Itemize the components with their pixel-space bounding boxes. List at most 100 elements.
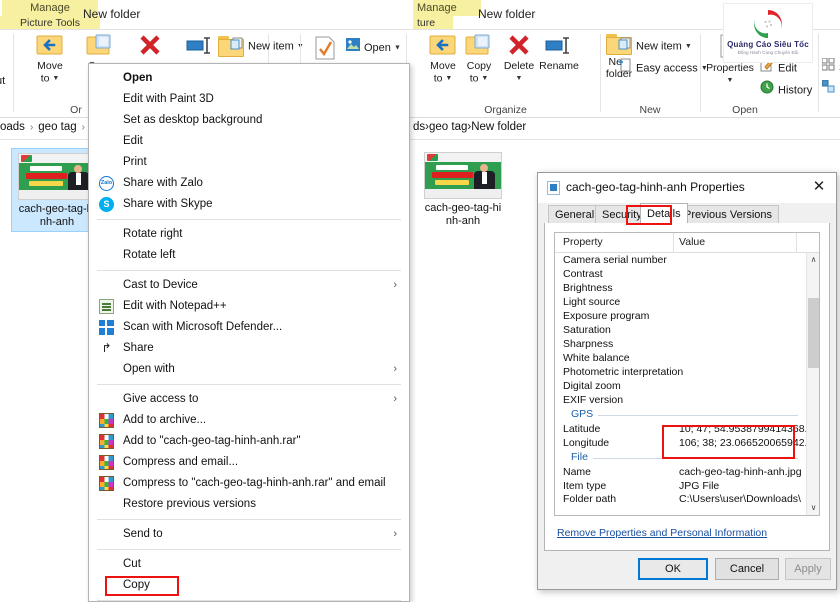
menu-item-scan-with-defender-label: Scan with Microsoft Defender... xyxy=(123,321,283,333)
remove-properties-link[interactable]: Remove Properties and Personal Informati… xyxy=(557,527,767,539)
properties-highlight-box xyxy=(105,576,179,596)
delete-button-left[interactable] xyxy=(124,34,176,59)
menu-item-restore-previous-versions[interactable]: Restore previous versions xyxy=(89,494,409,515)
menu-item-share[interactable]: ↱ Share xyxy=(89,338,409,359)
breadcrumb-left-seg-1[interactable]: geo tag xyxy=(38,121,76,133)
menu-item-scan-with-defender[interactable]: Scan with Microsoft Defender... xyxy=(89,317,409,338)
group-header-gps: GPS xyxy=(555,407,806,422)
row-property: Digital zoom xyxy=(563,380,621,392)
cancel-button[interactable]: Cancel xyxy=(715,558,779,580)
table-row: EXIF version xyxy=(555,393,806,407)
tab-previous-versions-label: Previous Versions xyxy=(684,209,773,221)
move-to-caret-icon[interactable]: ▼ xyxy=(445,75,452,82)
move-to-label-2: to xyxy=(40,72,50,85)
menu-item-print[interactable]: Print xyxy=(89,152,409,173)
scroll-down-icon[interactable]: ∨ xyxy=(807,501,819,515)
menu-item-cast-to-device[interactable]: Cast to Device › xyxy=(89,275,409,296)
row-property: Camera serial number xyxy=(563,254,667,266)
table-row: White balance xyxy=(555,351,806,365)
move-to-caret-icon[interactable]: ▼ xyxy=(52,75,59,82)
new-item-button[interactable]: New item ▼ xyxy=(618,36,692,55)
menu-item-rotate-right-label: Rotate right xyxy=(123,228,183,240)
menu-separator xyxy=(97,219,401,220)
menu-item-compress-to-rar-and-email[interactable]: Compress to "cach-geo-tag-hinh-anh.rar" … xyxy=(89,473,409,494)
menu-item-share-with-skype[interactable]: S Share with Skype xyxy=(89,194,409,215)
gps-values-highlight-box xyxy=(662,425,795,459)
row-property-longitude: Longitude xyxy=(563,437,610,449)
copy-to-caret-icon[interactable]: ▼ xyxy=(481,75,488,82)
menu-item-edit-with-paint-3d[interactable]: Edit with Paint 3D xyxy=(89,89,409,110)
watermark-logo: Quảng Cáo Siêu Tốc Đồng Hành Cùng Chuyển… xyxy=(723,3,813,63)
edit-label: Edit xyxy=(778,62,797,75)
menu-item-rotate-right[interactable]: Rotate right xyxy=(89,224,409,245)
tab-previous-versions[interactable]: Previous Versions xyxy=(677,205,780,223)
ribbon-group-new-label: New xyxy=(639,104,661,116)
chevron-right-icon: › xyxy=(29,122,34,133)
select-all-button-clipped[interactable]: Sele xyxy=(821,57,840,77)
table-row: Exposure program xyxy=(555,309,806,323)
rename-button[interactable]: Rename xyxy=(535,34,583,73)
history-button[interactable]: History xyxy=(760,80,812,99)
menu-separator xyxy=(97,519,401,520)
menu-item-set-as-desktop-background[interactable]: Set as desktop background xyxy=(89,110,409,131)
menu-item-rotate-left[interactable]: Rotate left xyxy=(89,245,409,266)
table-row: Saturation xyxy=(555,323,806,337)
menu-item-add-to-rar[interactable]: Add to "cach-geo-tag-hinh-anh.rar" xyxy=(89,431,409,452)
row-value: C:\Users\user\Downloads\ xyxy=(679,493,801,502)
history-label: History xyxy=(778,84,813,97)
row-property: Item type xyxy=(563,480,607,492)
column-header-property[interactable]: Property xyxy=(563,236,603,248)
menu-item-compress-and-email[interactable]: Compress and email... xyxy=(89,452,409,473)
tab-new-folder-left-label: New folder xyxy=(83,7,141,21)
delete-caret-icon[interactable]: ▼ xyxy=(516,75,523,82)
breadcrumb-right-seg-1[interactable]: geo tag xyxy=(429,121,467,133)
property-list[interactable]: Property Value Camera serial number Cont… xyxy=(554,232,820,516)
screenshot-root: Manage Picture Tools New folder Manage t… xyxy=(0,0,840,602)
apply-button: Apply xyxy=(785,558,831,580)
new-item-icon xyxy=(230,36,244,57)
new-item-button-left[interactable]: New item ▼ xyxy=(230,36,304,55)
tab-new-folder-left[interactable]: New folder xyxy=(73,0,150,30)
column-header-value[interactable]: Value xyxy=(679,236,705,248)
group-header-gps-label: GPS xyxy=(571,407,599,422)
open-label: Open xyxy=(364,41,391,54)
breadcrumb-left[interactable]: oads › geo tag › xyxy=(0,121,90,133)
menu-item-add-to-archive[interactable]: Add to archive... xyxy=(89,410,409,431)
menu-item-edit[interactable]: Edit xyxy=(89,131,409,152)
table-row: Digital zoom xyxy=(555,379,806,393)
menu-item-edit-with-notepadpp[interactable]: Edit with Notepad++ xyxy=(89,296,409,317)
easy-access-button[interactable]: Easy access ▼ xyxy=(618,58,708,77)
breadcrumb-right[interactable]: ds›geo tag›New folder xyxy=(413,121,526,133)
row-property: Sharpness xyxy=(563,338,614,350)
property-list-scrollbar[interactable]: ∧ ∨ xyxy=(806,253,819,515)
menu-item-cut[interactable]: Cut xyxy=(89,554,409,575)
file-context-menu[interactable]: Open Edit with Paint 3D Set as desktop b… xyxy=(88,63,410,602)
invert-selection-button-clipped[interactable]: Inve xyxy=(821,79,840,99)
menu-item-share-with-zalo[interactable]: Zalo Share with Zalo xyxy=(89,173,409,194)
ribbon-group-organize-label: Organize xyxy=(484,104,527,116)
cut-button-clipped[interactable]: ut xyxy=(0,72,5,91)
open-button-left[interactable]: Open ▼ xyxy=(346,38,401,57)
file-tile-right-name-1: cach-geo-tag-hi xyxy=(424,202,502,214)
menu-item-give-access-to-label: Give access to xyxy=(123,393,199,405)
properties-button-left[interactable] xyxy=(308,36,342,63)
scroll-up-icon[interactable]: ∧ xyxy=(807,253,819,267)
menu-item-open-with[interactable]: Open with › xyxy=(89,359,409,380)
table-row: Camera serial number xyxy=(555,253,806,267)
tab-new-folder-right[interactable]: New folder xyxy=(468,0,545,30)
ok-button[interactable]: OK xyxy=(638,558,708,580)
close-icon[interactable]: ✕ xyxy=(802,173,836,201)
properties-caret-icon[interactable]: ▼ xyxy=(727,77,734,84)
menu-item-send-to[interactable]: Send to › xyxy=(89,524,409,545)
chevron-right-icon: › xyxy=(393,393,397,405)
menu-item-give-access-to[interactable]: Give access to › xyxy=(89,389,409,410)
breadcrumb-left-seg-0[interactable]: oads xyxy=(0,121,25,133)
scrollbar-thumb[interactable] xyxy=(808,298,819,368)
menu-item-open[interactable]: Open xyxy=(89,68,409,89)
menu-item-compress-and-email-label: Compress and email... xyxy=(123,456,239,468)
breadcrumb-right-seg-2[interactable]: New folder xyxy=(471,121,526,133)
move-to-button-left[interactable]: Move to ▼ xyxy=(24,34,76,85)
tab-general[interactable]: General xyxy=(548,205,602,223)
breadcrumb-right-seg-0[interactable]: ds xyxy=(413,121,425,133)
file-tile-right[interactable]: cach-geo-tag-hi nh-anh xyxy=(417,148,509,230)
